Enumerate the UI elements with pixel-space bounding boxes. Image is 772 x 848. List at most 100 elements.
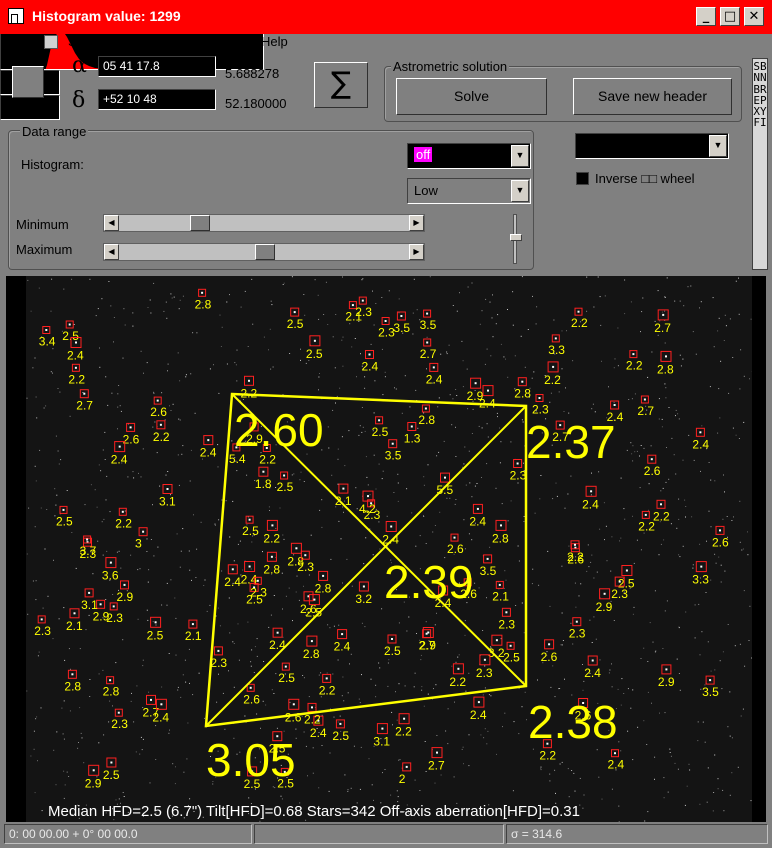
noise-pixel — [187, 722, 189, 724]
noise-pixel — [591, 642, 593, 643]
minimize-button[interactable]: _ — [696, 7, 716, 26]
noise-pixel — [603, 502, 605, 504]
noise-pixel — [398, 759, 400, 761]
fine-slider-thumb[interactable] — [510, 234, 522, 241]
noise-pixel — [195, 577, 197, 578]
noise-pixel — [526, 719, 527, 721]
noise-pixel — [741, 549, 743, 551]
menu-stack[interactable]: Stack — [68, 34, 101, 49]
star-dot — [276, 631, 279, 634]
noise-pixel — [32, 367, 34, 369]
noise-pixel — [632, 460, 634, 462]
noise-pixel — [253, 672, 255, 673]
app-icon[interactable] — [8, 8, 24, 24]
star-dot — [603, 592, 606, 595]
noise-pixel — [337, 448, 339, 450]
chevron-down-icon[interactable]: ▼ — [709, 135, 727, 157]
noise-pixel — [474, 582, 476, 584]
noise-pixel — [337, 483, 339, 485]
stretch-select[interactable]: off ▼ — [407, 143, 531, 169]
noise-pixel — [594, 411, 596, 413]
dec-input[interactable]: +52 10 48 — [98, 89, 216, 110]
menu-file[interactable]: File — [12, 34, 33, 49]
noise-pixel — [120, 567, 122, 569]
chevron-down-icon[interactable]: ▼ — [511, 145, 529, 167]
star-dot — [118, 445, 121, 448]
noise-pixel — [512, 790, 514, 792]
noise-pixel — [166, 317, 168, 319]
minimum-slider-right-arrow[interactable]: ▶ — [409, 215, 424, 231]
noise-pixel — [318, 318, 320, 320]
noise-pixel — [611, 788, 613, 790]
save-header-button[interactable]: Save new header — [573, 78, 732, 115]
noise-pixel — [732, 357, 734, 358]
noise-pixel — [122, 639, 124, 641]
noise-pixel — [104, 431, 106, 433]
noise-pixel — [188, 648, 190, 650]
star-hfd-label: 2.2 — [68, 372, 85, 386]
noise-pixel — [503, 356, 505, 358]
noise-pixel — [717, 432, 719, 434]
star-dot — [154, 621, 157, 624]
noise-pixel — [108, 721, 110, 723]
color-scheme-select[interactable]: ▼ — [575, 133, 729, 159]
sigma-button[interactable]: ∑ — [314, 62, 368, 108]
noise-pixel — [492, 294, 493, 296]
noise-pixel — [363, 563, 365, 565]
chevron-down-icon[interactable]: ▼ — [511, 180, 529, 202]
noise-pixel — [217, 466, 219, 468]
solve-button[interactable]: Solve — [396, 78, 547, 115]
noise-pixel — [148, 691, 150, 693]
noise-pixel — [353, 745, 355, 747]
noise-pixel — [182, 295, 184, 297]
vertical-tab-strip[interactable]: SBNNBREPXYFI — [752, 58, 768, 270]
noise-pixel — [98, 742, 100, 744]
menu-tools[interactable]: Tools — [166, 34, 196, 49]
maximum-slider[interactable]: ◀ ▶ — [103, 243, 425, 261]
noise-pixel — [365, 456, 367, 458]
noise-pixel — [236, 349, 238, 351]
noise-pixel — [684, 804, 686, 806]
star-image[interactable]: 2.8 2.7 2.4 2.2 2.6 2.5 2.4 2.2 3.5 2.3 2.2 2.4 2 2.5… — [26, 276, 752, 822]
noise-pixel — [244, 715, 246, 717]
maximize-button[interactable]: □ — [720, 7, 740, 26]
noise-pixel — [552, 665, 554, 667]
noise-pixel — [170, 410, 172, 411]
noise-pixel — [303, 481, 305, 482]
noise-pixel — [259, 820, 261, 822]
menu-view[interactable]: View — [216, 34, 244, 49]
noise-pixel — [452, 305, 454, 306]
noise-pixel — [124, 510, 126, 512]
noise-pixel — [665, 387, 667, 389]
close-button[interactable]: ✕ — [744, 7, 764, 26]
maximum-slider-left-arrow[interactable]: ◀ — [104, 244, 119, 260]
noise-pixel — [524, 691, 526, 693]
star-markers: 2.82.72.42.22.62.52.42.23.52.32.22.422.5… — [34, 288, 729, 791]
range-select[interactable]: Low ▼ — [407, 178, 531, 204]
noise-pixel — [413, 278, 415, 280]
noise-pixel — [346, 558, 348, 560]
minimum-slider-thumb[interactable] — [189, 215, 210, 231]
noise-pixel — [478, 587, 480, 589]
star-hfd-label: 2.8 — [64, 679, 81, 693]
noise-pixel — [512, 324, 514, 326]
image-viewer[interactable]: 2.8 2.7 2.4 2.2 2.6 2.5 2.4 2.2 3.5 2.3 2.2 2.4 2 2.5… — [6, 276, 766, 822]
title-bar[interactable]: Histogram value: 1299 _ □ ✕ — [0, 0, 772, 34]
vertical-fine-slider[interactable] — [510, 214, 522, 264]
maximum-slider-right-arrow[interactable]: ▶ — [409, 244, 424, 260]
inverse-wheel-checkbox[interactable] — [576, 172, 589, 185]
image-toggle-button[interactable] — [12, 66, 44, 98]
noise-pixel — [608, 672, 610, 674]
maximum-slider-thumb[interactable] — [255, 244, 275, 260]
minimum-slider-left-arrow[interactable]: ◀ — [104, 215, 119, 231]
maximum-value-field[interactable] — [0, 95, 60, 120]
noise-pixel — [51, 278, 53, 280]
ra-input[interactable]: 05 41 17.8 — [98, 56, 216, 77]
noise-pixel — [699, 803, 701, 805]
minimum-slider[interactable]: ◀ ▶ — [103, 214, 425, 232]
noise-pixel — [99, 366, 101, 368]
noise-pixel — [106, 475, 108, 477]
menu-help[interactable]: Help — [261, 34, 288, 49]
star-dot — [249, 686, 252, 689]
noise-pixel — [675, 473, 677, 475]
